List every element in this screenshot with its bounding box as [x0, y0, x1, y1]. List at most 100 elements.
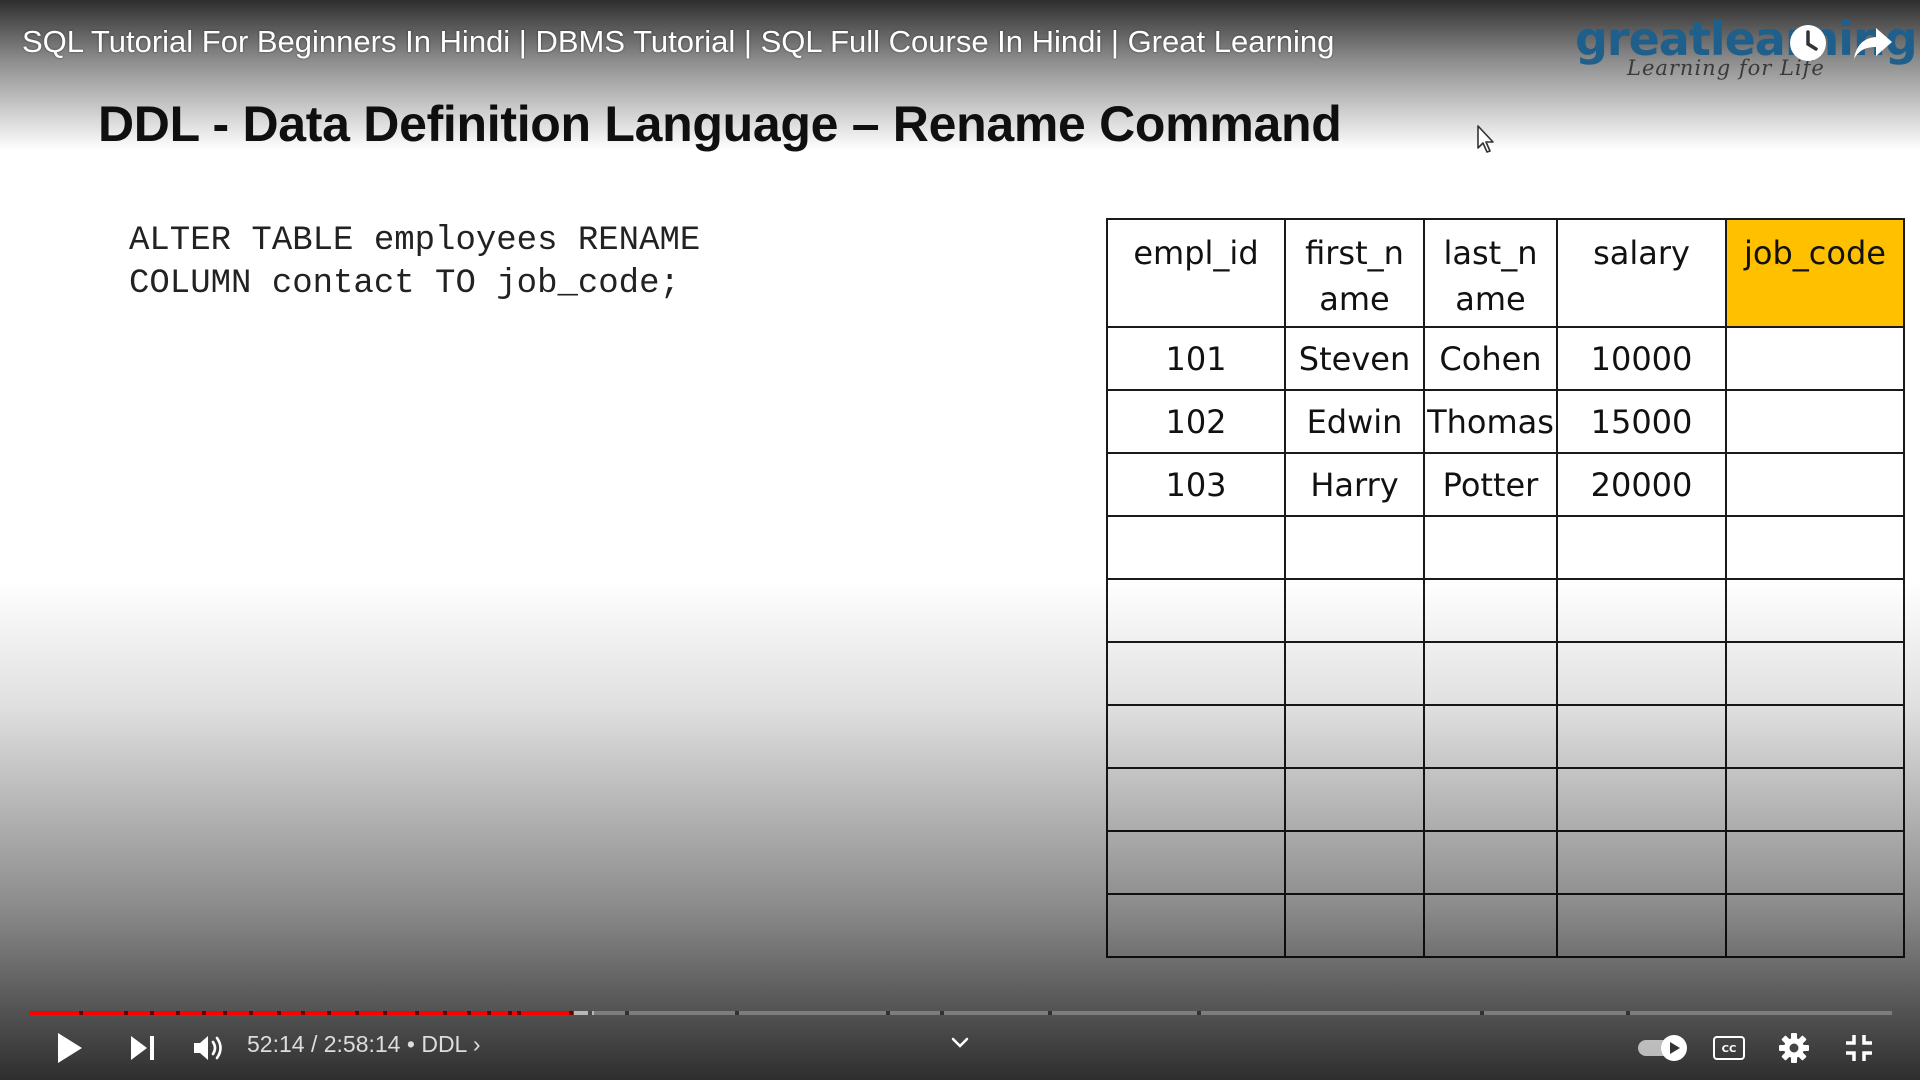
time-display: 52:14 / 2:58:14 • DDL › [247, 1031, 481, 1058]
table-cell [1725, 578, 1905, 643]
great-learning-logo: greatlearning Learning for Life [1575, 12, 1918, 92]
table-row [1106, 578, 1905, 643]
chapter-dot: • [406, 1031, 415, 1057]
exit-fullscreen-button[interactable] [1844, 1033, 1874, 1063]
table-cell [1284, 515, 1425, 580]
chapter-marker [487, 1011, 492, 1015]
table-row [1106, 641, 1905, 706]
table-cell [1556, 767, 1727, 832]
code-line-1: ALTER TABLE employees RENAME [129, 222, 701, 260]
table-header-cell: empl_id [1106, 218, 1286, 328]
slide-title: DDL - Data Definition Language – Rename … [98, 96, 1342, 152]
duration: 2:58:14 [323, 1031, 401, 1057]
table-cell [1284, 767, 1425, 832]
chapter-marker [1048, 1011, 1053, 1015]
table-cell [1106, 704, 1286, 769]
table-row: 103 Harry Potter 20000 [1106, 452, 1905, 517]
table-cell: Steven [1284, 326, 1425, 391]
table-cell: Cohen [1423, 326, 1558, 391]
table-cell [1725, 893, 1905, 958]
table-cell [1423, 641, 1558, 706]
chapter-marker [517, 1011, 522, 1015]
table-cell [1106, 578, 1286, 643]
chapter-chevron-icon[interactable]: › [473, 1031, 481, 1057]
video-title[interactable]: SQL Tutorial For Beginners In Hindi | DB… [22, 24, 1334, 60]
captions-button[interactable]: CC [1713, 1036, 1745, 1060]
table-cell: 15000 [1556, 389, 1727, 454]
table-cell [1556, 830, 1727, 895]
table-cell [1556, 515, 1727, 580]
table-header-cell: last_n ame [1423, 218, 1558, 328]
exit-fullscreen-icon [1846, 1035, 1872, 1061]
watch-later-button[interactable] [1787, 22, 1829, 64]
autoplay-toggle[interactable] [1636, 1032, 1692, 1064]
chapter-marker [124, 1011, 128, 1015]
next-button[interactable] [127, 1032, 159, 1064]
table-cell [1106, 830, 1286, 895]
table-cell [1725, 389, 1905, 454]
chapter-marker [569, 1011, 574, 1015]
chapter-marker [150, 1011, 155, 1015]
chapter-marker [1197, 1011, 1202, 1015]
chapter-marker [222, 1011, 227, 1015]
share-button[interactable] [1852, 22, 1894, 64]
table-row: 101 Steven Cohen 10000 [1106, 326, 1905, 391]
table-cell: 103 [1106, 452, 1286, 517]
table-cell [1284, 830, 1425, 895]
table-cell: 102 [1106, 389, 1286, 454]
table-row: 102 Edwin Thomas 15000 [1106, 389, 1905, 454]
chapter-marker [587, 1011, 592, 1015]
volume-icon [194, 1036, 222, 1060]
chapter-title[interactable]: DDL [421, 1031, 466, 1057]
chapter-marker [248, 1011, 253, 1015]
table-cell [1725, 515, 1905, 580]
mouse-cursor-icon [1477, 125, 1494, 153]
chapter-marker [382, 1011, 387, 1015]
table-cell [1423, 704, 1558, 769]
play-button[interactable] [52, 1028, 88, 1068]
chapter-marker [176, 1011, 181, 1015]
share-icon [1854, 28, 1892, 59]
chapter-marker [442, 1011, 447, 1015]
table-cell [1556, 704, 1727, 769]
table-cell: Potter [1423, 452, 1558, 517]
chapter-marker [414, 1011, 419, 1015]
chapter-marker [355, 1011, 360, 1015]
current-time: 52:14 [247, 1031, 305, 1057]
chapter-marker [79, 1011, 84, 1015]
table-row [1106, 704, 1905, 769]
table-cell [1725, 452, 1905, 517]
next-icon [131, 1036, 154, 1060]
play-icon [58, 1033, 82, 1063]
table-row [1106, 893, 1905, 958]
table-cell [1725, 326, 1905, 391]
table-cell: Harry [1284, 452, 1425, 517]
sql-code-block: ALTER TABLE employees RENAME COLUMN cont… [129, 220, 700, 306]
table-row [1106, 515, 1905, 580]
time-separator: / [310, 1031, 318, 1057]
table-cell [1725, 641, 1905, 706]
settings-icon [1779, 1033, 1809, 1063]
settings-button[interactable] [1778, 1032, 1810, 1064]
table-cell [1423, 893, 1558, 958]
expand-description-button[interactable] [948, 1033, 972, 1053]
progress-bar[interactable] [29, 1011, 1892, 1015]
watch-later-icon [1790, 25, 1826, 61]
table-row [1106, 830, 1905, 895]
table-cell [1284, 704, 1425, 769]
table-cell [1423, 830, 1558, 895]
svg-text:CC: CC [1722, 1044, 1737, 1055]
table-cell [1725, 830, 1905, 895]
code-line-2: COLUMN contact TO job_code; [129, 265, 680, 303]
chapter-marker [940, 1011, 944, 1015]
chapter-marker [1625, 1011, 1630, 1015]
employees-table: empl_id first_n ame last_n ame salary job_code… [1106, 218, 1905, 958]
table-cell [1725, 767, 1905, 832]
table-header-cell: salary [1556, 218, 1727, 328]
video-player[interactable]: DDL - Data Definition Language – Rename … [0, 0, 1920, 1080]
chapter-marker [507, 1011, 512, 1015]
volume-button[interactable] [192, 1032, 226, 1064]
chapter-marker [327, 1011, 332, 1015]
table-header-row: empl_id first_n ame last_n ame salary job_code [1106, 218, 1905, 328]
table-cell: Thomas [1423, 389, 1558, 454]
